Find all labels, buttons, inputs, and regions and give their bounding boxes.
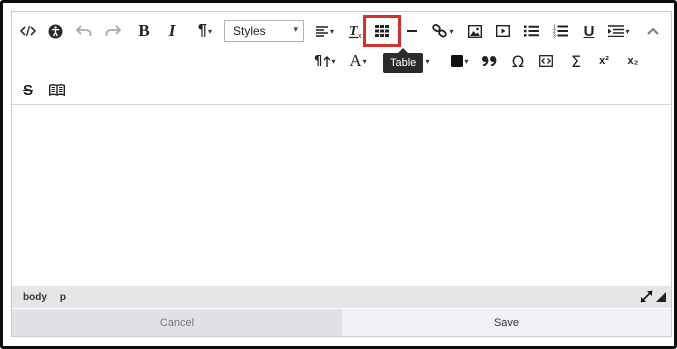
special-character-button[interactable]: Ω — [508, 50, 528, 72]
bullet-list-icon — [523, 25, 539, 37]
svg-text:x: x — [358, 33, 362, 39]
chevron-down-icon: ▾ — [207, 26, 212, 36]
blockquote-icon — [481, 56, 496, 66]
window-frame: B I ¶ ▾ Styles ▾ ▾ Tx ▾ 1 2 3 U ▾ Table … — [0, 0, 677, 349]
background-color-button[interactable]: ▾ — [448, 50, 472, 72]
blockquote-button[interactable] — [479, 50, 499, 72]
editor-content-area[interactable] — [12, 104, 671, 285]
resize-controls — [640, 290, 666, 303]
redo-icon[interactable] — [103, 20, 123, 42]
align-button[interactable]: ▾ — [313, 20, 337, 42]
media-button[interactable] — [493, 20, 513, 42]
math-button[interactable]: Σ — [566, 50, 586, 72]
undo-icon[interactable] — [74, 20, 94, 42]
italic-icon: I — [168, 21, 176, 40]
svg-text:¶: ¶ — [314, 54, 322, 68]
code-sample-button[interactable] — [536, 50, 556, 72]
book-button[interactable] — [47, 79, 67, 101]
chevron-up-icon — [647, 27, 659, 35]
path-item-p[interactable]: p — [60, 292, 66, 303]
horizontal-rule-icon — [407, 30, 417, 32]
background-color-icon — [451, 55, 464, 67]
text-direction-icon: ¶ — [314, 54, 331, 68]
table-button-highlight — [363, 15, 401, 47]
indent-icon — [608, 25, 625, 37]
chevron-down-icon: ▾ — [625, 26, 630, 36]
cancel-button[interactable]: Cancel — [12, 309, 342, 336]
chevron-down-icon: ▾ — [464, 56, 469, 66]
chevron-down-icon: ▾ — [329, 26, 334, 36]
bold-button[interactable]: B — [134, 20, 154, 42]
table-tooltip-label: Table — [390, 57, 417, 69]
styles-dropdown[interactable]: Styles ▾ — [224, 20, 304, 42]
chevron-down-icon: ▾ — [425, 56, 430, 66]
action-buttons: Cancel Save — [12, 309, 671, 336]
bullet-list-button[interactable] — [521, 20, 541, 42]
paragraph-format-button[interactable]: ¶ ▾ — [192, 20, 218, 42]
superscript-icon: x² — [599, 55, 609, 67]
font-family-icon: A — [349, 51, 362, 70]
editor-toolbar: B I ¶ ▾ Styles ▾ ▾ Tx ▾ 1 2 3 U ▾ Table … — [12, 12, 671, 104]
source-code-icon[interactable] — [18, 20, 38, 42]
svg-text:3: 3 — [553, 34, 556, 39]
underline-button[interactable]: U — [579, 20, 599, 42]
horizontal-rule-button[interactable] — [403, 20, 421, 42]
accessibility-icon[interactable] — [45, 20, 65, 42]
resize-handle-icon[interactable] — [656, 291, 666, 302]
chevron-down-icon: ▾ — [449, 26, 454, 36]
save-button[interactable]: Save — [342, 309, 671, 336]
clear-formatting-icon: Tx — [349, 24, 362, 39]
styles-dropdown-label: Styles — [233, 24, 266, 38]
image-icon — [468, 24, 482, 38]
text-color-button[interactable]: ▾ — [420, 50, 434, 72]
paragraph-icon: ¶ — [198, 22, 207, 39]
bold-icon: B — [138, 21, 150, 40]
strikethrough-icon: S — [22, 81, 33, 99]
media-icon — [496, 25, 510, 37]
book-icon — [49, 84, 65, 96]
subscript-icon: x₂ — [627, 55, 639, 67]
chevron-down-icon: ▾ — [362, 56, 367, 66]
numbered-list-icon: 123 — [553, 25, 568, 39]
font-family-button[interactable]: A ▾ — [345, 50, 371, 72]
superscript-button[interactable]: x² — [594, 50, 614, 72]
collapse-toolbar-button[interactable] — [644, 20, 662, 42]
sigma-icon: Σ — [570, 51, 582, 71]
rich-text-editor: B I ¶ ▾ Styles ▾ ▾ Tx ▾ 1 2 3 U ▾ Table … — [11, 11, 672, 337]
subscript-button[interactable]: x₂ — [623, 50, 643, 72]
table-tooltip: Table — [383, 48, 424, 73]
align-left-icon — [315, 25, 328, 37]
chevron-down-icon: ▾ — [293, 25, 298, 35]
fullscreen-icon[interactable] — [640, 290, 653, 303]
numbered-list-button[interactable]: 123 — [550, 20, 570, 42]
omega-icon: Ω — [511, 51, 525, 71]
text-direction-button[interactable]: ¶ ▾ — [312, 50, 338, 72]
link-button[interactable]: ▾ — [430, 20, 456, 42]
image-button[interactable] — [465, 20, 485, 42]
code-sample-icon — [539, 55, 553, 67]
chevron-down-icon: ▾ — [331, 56, 336, 66]
italic-button[interactable]: I — [163, 20, 181, 42]
path-item-body[interactable]: body — [23, 292, 47, 303]
underline-icon: U — [583, 22, 595, 40]
indent-button[interactable]: ▾ — [606, 20, 632, 42]
strikethrough-button[interactable]: S — [18, 79, 38, 101]
link-icon — [432, 24, 448, 38]
status-bar: body p — [12, 286, 671, 308]
